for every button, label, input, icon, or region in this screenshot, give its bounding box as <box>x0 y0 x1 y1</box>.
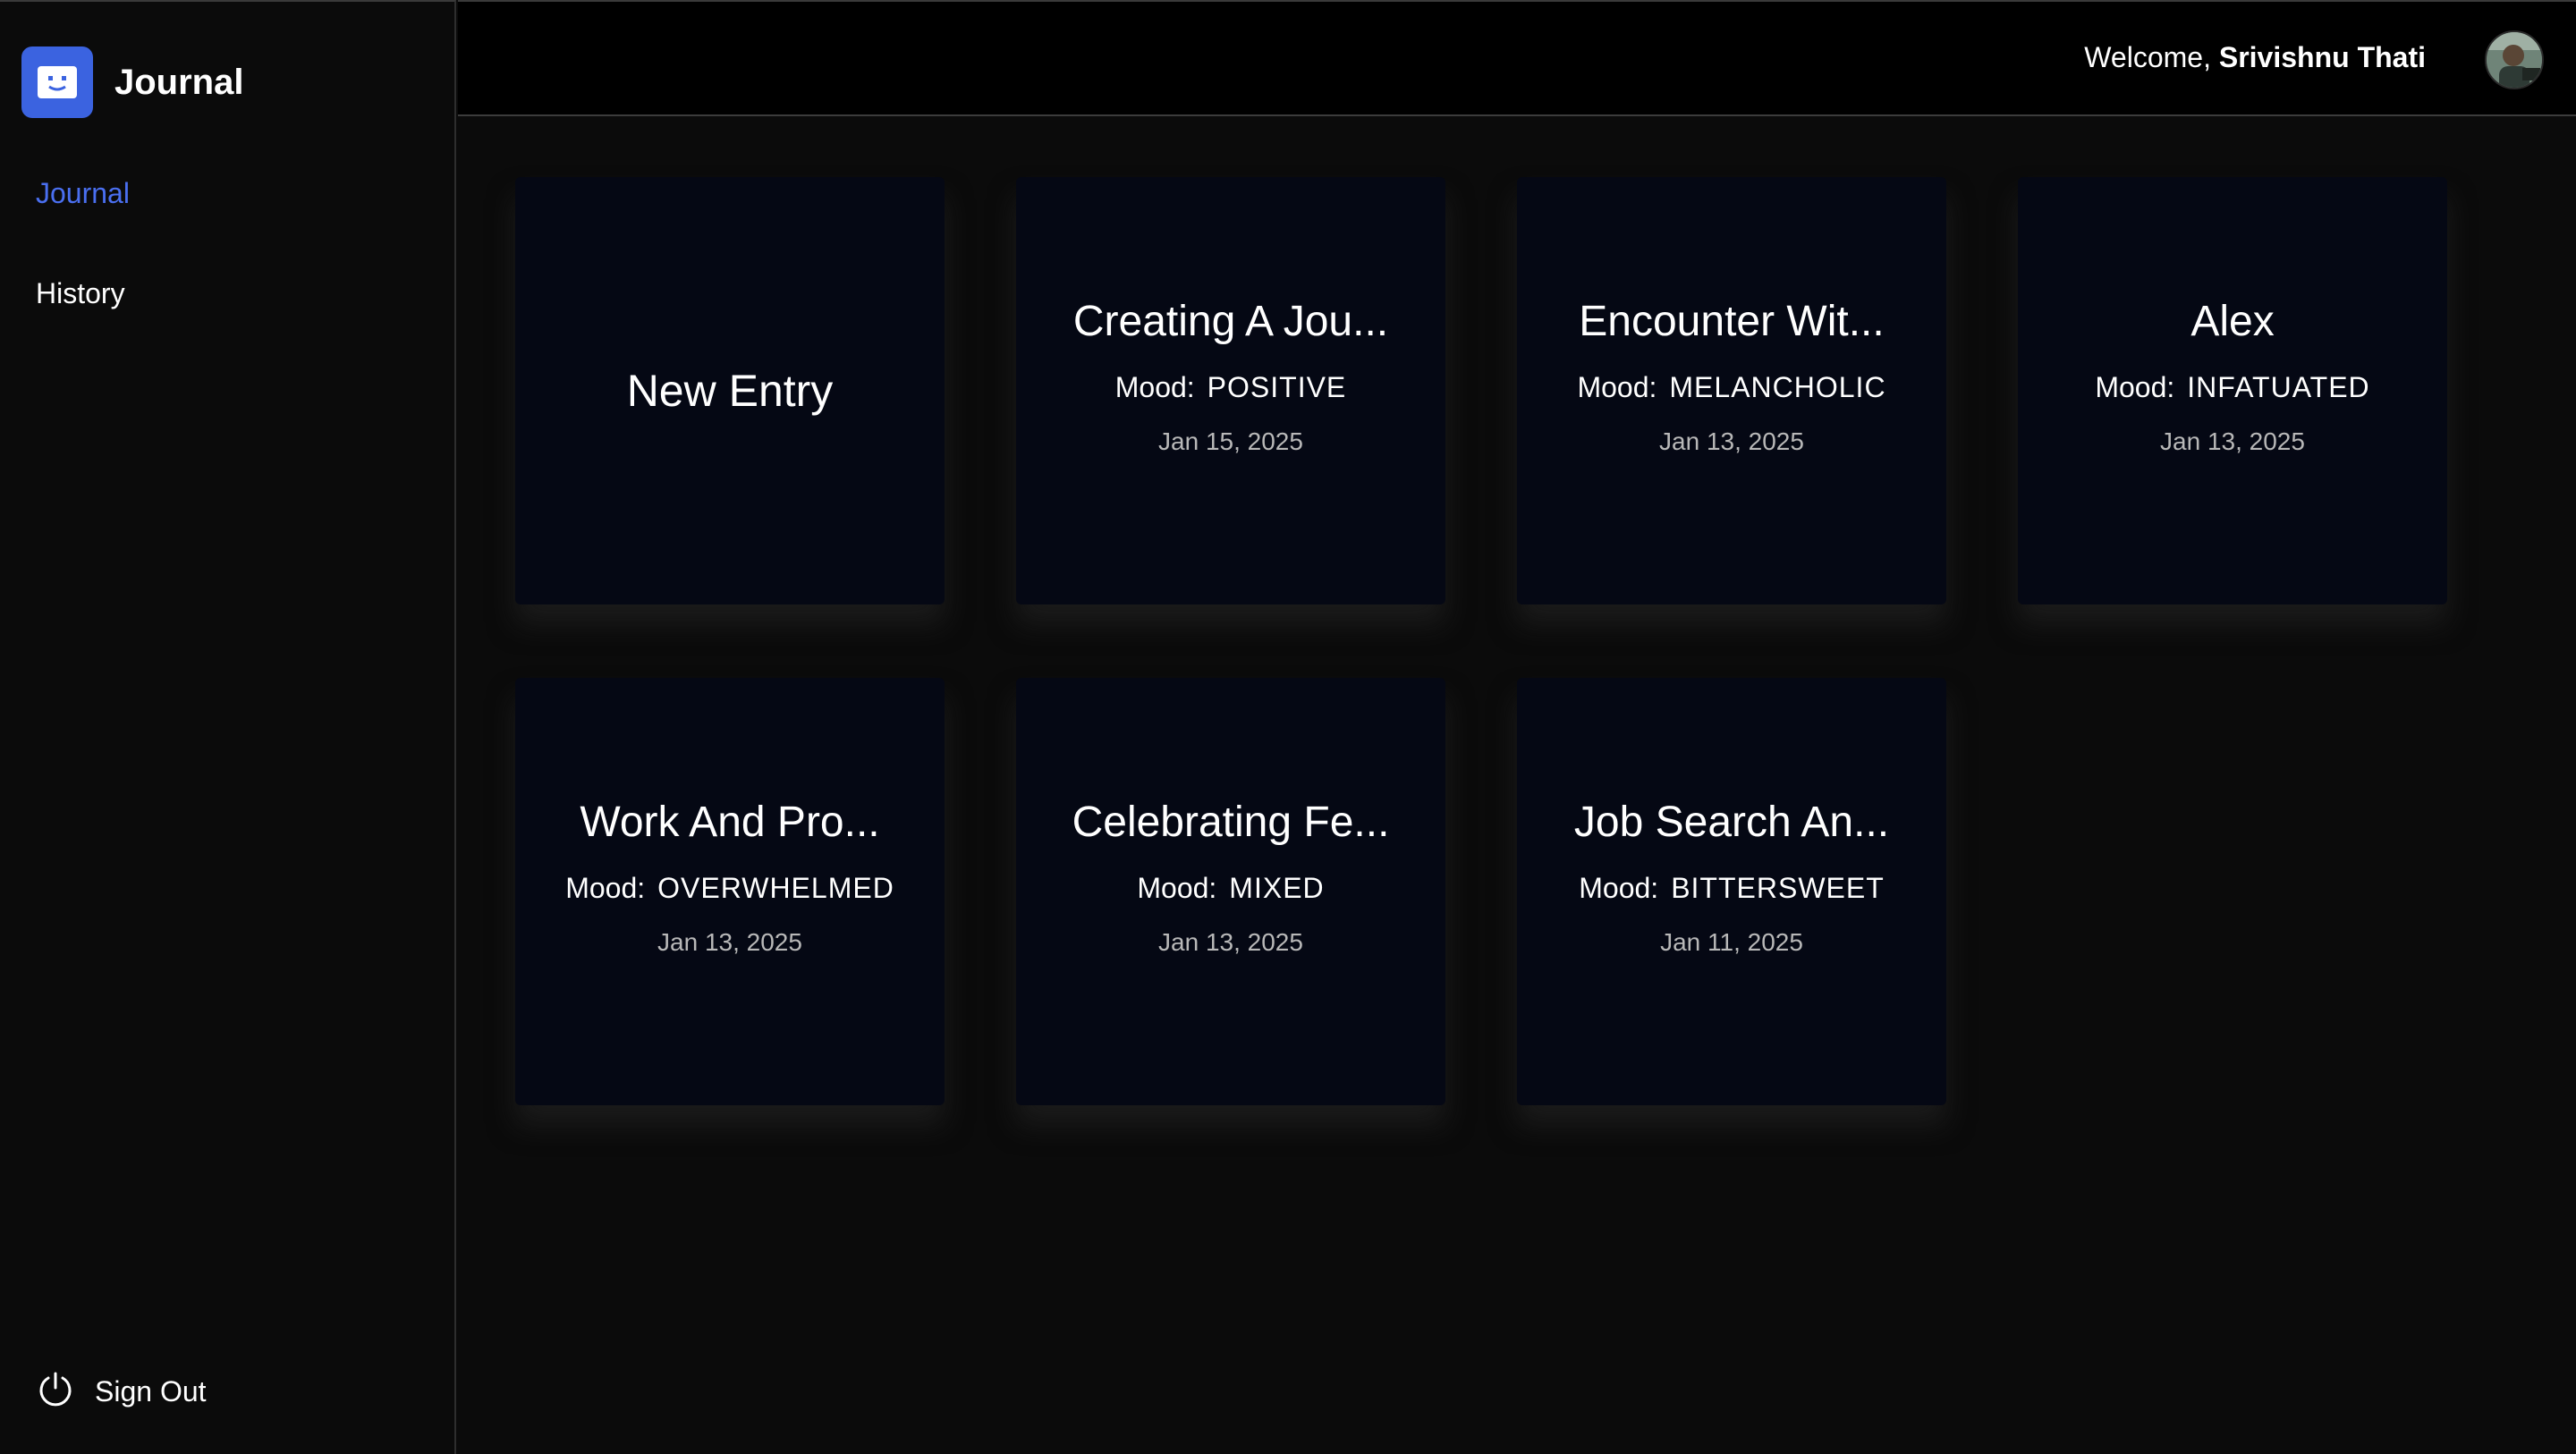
entry-title: Job Search An... <box>1573 799 1890 846</box>
mood-label: Mood: <box>1114 371 1195 403</box>
smiley-icon <box>21 46 93 118</box>
entry-card[interactable]: Encounter Wit... Mood: MELANCHOLIC Jan 13… <box>1517 177 1946 604</box>
entry-mood: Mood: MIXED <box>1137 872 1324 905</box>
mood-value: POSITIVE <box>1207 371 1347 403</box>
brand[interactable]: Journal <box>21 46 243 118</box>
entry-card[interactable]: Creating A Jou... Mood: POSITIVE Jan 15, … <box>1016 177 1445 604</box>
user-name: Srivishnu Thati <box>2218 41 2426 73</box>
entries-grid: New Entry Creating A Jou... Mood: POSITIV… <box>458 118 2576 1454</box>
entry-mood: Mood: MELANCHOLIC <box>1577 371 1885 404</box>
entry-title: Work And Pro... <box>580 799 880 846</box>
entry-title: Creating A Jou... <box>1072 298 1389 345</box>
sidebar: Journal Journal History Sign Out <box>0 0 456 1454</box>
top-bar: Welcome, Srivishnu Thati <box>458 0 2576 116</box>
entry-mood: Mood: POSITIVE <box>1115 371 1347 404</box>
welcome-prefix: Welcome, <box>2084 41 2211 73</box>
brand-title: Journal <box>114 62 244 102</box>
welcome-message: Welcome, Srivishnu Thati <box>2084 41 2426 74</box>
mood-label: Mood: <box>1579 872 1659 904</box>
entry-date: Jan 11, 2025 <box>1660 928 1803 956</box>
entry-title: Alex <box>2190 298 2275 345</box>
entry-date: Jan 13, 2025 <box>1158 928 1303 956</box>
entry-date: Jan 13, 2025 <box>1659 427 1804 455</box>
mood-label: Mood: <box>1137 872 1217 904</box>
mood-value: OVERWHELMED <box>657 872 894 904</box>
entry-date: Jan 13, 2025 <box>657 928 802 956</box>
entry-mood: Mood: BITTERSWEET <box>1579 872 1885 905</box>
entry-card[interactable]: Celebrating Fe... Mood: MIXED Jan 13, 202… <box>1016 678 1445 1105</box>
new-entry-label: New Entry <box>626 366 834 416</box>
entry-mood: Mood: OVERWHELMED <box>565 872 894 905</box>
entry-card[interactable]: Work And Pro... Mood: OVERWHELMED Jan 13,… <box>515 678 945 1105</box>
mood-value: INFATUATED <box>2187 371 2370 403</box>
avatar[interactable] <box>2485 30 2544 89</box>
mood-value: BITTERSWEET <box>1671 872 1885 904</box>
sign-out-button[interactable]: Sign Out <box>36 1370 207 1413</box>
mood-label: Mood: <box>1577 371 1657 403</box>
mood-label: Mood: <box>565 872 646 904</box>
entry-date: Jan 13, 2025 <box>2160 427 2305 455</box>
entry-date: Jan 15, 2025 <box>1158 427 1303 455</box>
nav-item-journal[interactable]: Journal <box>36 177 130 210</box>
entry-mood: Mood: INFATUATED <box>2095 371 2369 404</box>
power-icon <box>36 1370 75 1414</box>
entry-title: Celebrating Fe... <box>1072 799 1390 846</box>
mood-label: Mood: <box>2095 371 2175 403</box>
entry-card[interactable]: Alex Mood: INFATUATED Jan 13, 2025 <box>2018 177 2447 604</box>
entry-title: Encounter Wit... <box>1579 298 1885 345</box>
mood-value: MIXED <box>1229 872 1325 904</box>
sign-out-label: Sign Out <box>95 1374 207 1408</box>
entry-card[interactable]: Job Search An... Mood: BITTERSWEET Jan 11… <box>1517 678 1946 1105</box>
mood-value: MELANCHOLIC <box>1669 371 1886 403</box>
nav-item-history[interactable]: History <box>36 277 125 310</box>
app-root: Journal Journal History Sign Out Welcome… <box>0 0 2576 1454</box>
new-entry-card[interactable]: New Entry <box>515 177 945 604</box>
